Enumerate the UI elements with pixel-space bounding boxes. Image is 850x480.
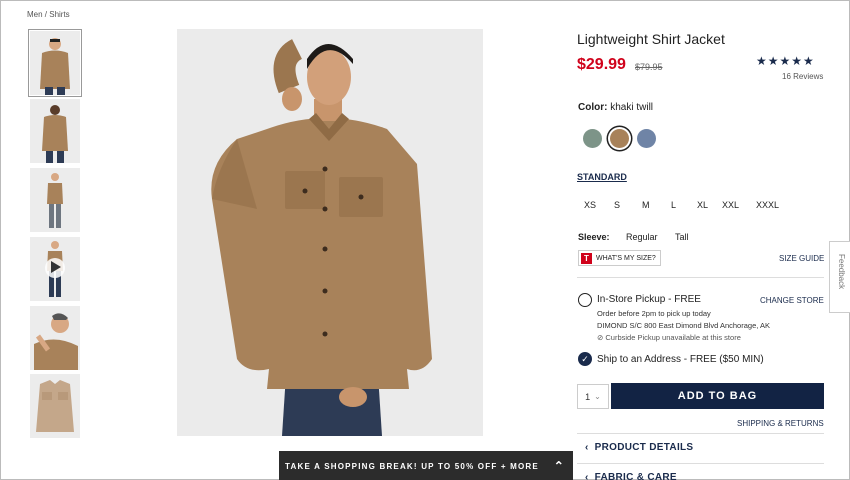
thumbnail-6[interactable] [30,374,80,438]
tab-standard-fit[interactable]: STANDARD [577,172,627,182]
curbside-note: ⊘ Curbside Pickup unavailable at this st… [597,333,741,342]
rating-stars[interactable]: ★★★★★ [756,54,815,68]
whats-my-size-button[interactable]: T WHAT'S MY SIZE? [578,250,661,266]
quantity-value: 1 [585,391,591,402]
true-fit-icon: T [581,252,592,264]
size-l[interactable]: L [671,200,676,210]
sleeve-regular[interactable]: Regular [626,232,658,242]
size-xxl[interactable]: XXL [722,200,739,210]
chevron-down-icon: ⌄ [594,392,601,401]
color-selected-name: khaki twill [610,102,654,113]
sleeve-tall[interactable]: Tall [675,232,689,242]
thumbnail-3[interactable] [30,168,80,232]
accordion-label: PRODUCT DETAILS [594,442,694,453]
accordion-fabric-care[interactable]: ‹ FABRIC & CARE [585,472,677,480]
reviews-link[interactable]: 16 Reviews [782,72,823,81]
change-store-link[interactable]: CHANGE STORE [760,296,824,305]
shipping-returns-link[interactable]: SHIPPING & RETURNS [737,419,824,428]
accordion-label: FABRIC & CARE [594,472,677,480]
divider [577,463,824,464]
add-to-bag-button[interactable]: ADD TO BAG [611,383,824,409]
feedback-tab[interactable]: Feedback [829,241,850,313]
size-xxxl[interactable]: XXXL [756,200,779,210]
chevron-left-icon: ‹ [585,472,589,480]
thumbnail-1[interactable] [28,29,82,97]
thumbnail-2[interactable] [30,99,80,163]
size-xs[interactable]: XS [584,200,596,210]
sale-price: $29.99 [577,56,626,73]
ship-title[interactable]: Ship to an Address - FREE ($50 MIN) [597,354,764,365]
pickup-title[interactable]: In-Store Pickup - FREE [597,294,701,305]
divider [577,433,824,434]
product-title: Lightweight Shirt Jacket [577,31,725,47]
main-product-image [177,29,483,436]
divider [577,277,824,278]
swatch-blue[interactable] [637,129,656,148]
pickup-store-address: DIMOND S/C 800 East Dimond Blvd Anchorag… [597,321,770,330]
original-price: $79.95 [635,62,663,72]
quantity-select[interactable]: 1 ⌄ [577,384,609,409]
accordion-product-details[interactable]: ‹ PRODUCT DETAILS [585,442,693,453]
pickup-radio[interactable] [578,293,592,307]
ship-radio-checked[interactable]: ✓ [578,352,592,366]
check-icon: ✓ [581,354,589,364]
thumbnail-4-video[interactable] [30,237,80,301]
thumbnail-5[interactable] [30,306,80,370]
sleeve-label: Sleeve: [578,232,610,242]
color-label: Color: khaki twill [578,102,653,113]
color-label-key: Color: [578,102,608,113]
breadcrumb[interactable]: Men / Shirts [27,10,70,19]
pickup-line-1: Order before 2pm to pick up today [597,309,711,318]
size-m[interactable]: M [642,200,650,210]
swatch-sage[interactable] [583,129,602,148]
swatch-khaki-twill[interactable] [610,129,629,148]
whats-my-size-label: WHAT'S MY SIZE? [596,254,656,262]
chevron-left-icon: ‹ [585,442,589,453]
promo-text: TAKE A SHOPPING BREAK! UP TO 50% OFF + M… [285,461,539,471]
feedback-label: Feedback [837,254,846,290]
size-guide-link[interactable]: SIZE GUIDE [779,254,824,263]
size-s[interactable]: S [614,200,620,210]
play-icon [50,260,62,279]
size-xl[interactable]: XL [697,200,708,210]
chevron-up-icon[interactable]: ⌃ [554,459,565,473]
promo-banner[interactable]: TAKE A SHOPPING BREAK! UP TO 50% OFF + M… [279,451,573,480]
